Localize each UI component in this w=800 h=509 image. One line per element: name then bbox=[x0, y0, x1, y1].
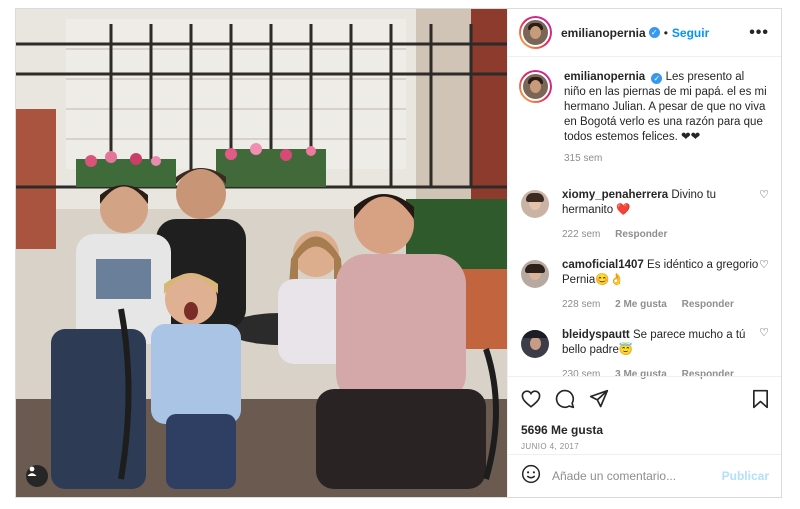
caption-username[interactable]: emilianopernia bbox=[564, 71, 645, 83]
author-username[interactable]: emilianopernia bbox=[561, 26, 646, 40]
add-comment-bar: Publicar bbox=[508, 454, 781, 497]
reply-button[interactable]: Responder bbox=[615, 229, 667, 240]
bookmark-icon bbox=[752, 389, 768, 408]
follow-button[interactable]: Seguir bbox=[672, 26, 709, 40]
commenter-avatar[interactable] bbox=[521, 330, 549, 358]
verified-badge-icon: ✓ bbox=[648, 27, 660, 38]
comment-like-heart-icon[interactable]: ♡ bbox=[759, 258, 769, 271]
separator-dot: • bbox=[663, 25, 668, 40]
user-tag-button[interactable] bbox=[26, 465, 48, 487]
emoji-button[interactable] bbox=[521, 464, 541, 489]
share-button[interactable] bbox=[589, 389, 609, 414]
commenter-avatar[interactable] bbox=[521, 260, 549, 288]
verified-badge-icon: ✓ bbox=[651, 73, 663, 84]
comment-item: xiomy_penaherrera Divino tu hermanito ❤️… bbox=[519, 188, 769, 258]
comment-item: camoficial1407 Es idéntico a gregorio Pe… bbox=[519, 258, 769, 328]
family-photo-illustration bbox=[16, 9, 507, 497]
publish-button[interactable]: Publicar bbox=[722, 469, 769, 483]
post-header: emilianopernia ✓ • Seguir ••• bbox=[508, 9, 781, 57]
comments-section: emilianopernia ✓ Les presento al niño en… bbox=[508, 58, 781, 380]
likes-count[interactable]: 5696 Me gusta bbox=[508, 415, 781, 437]
comment-like-heart-icon[interactable]: ♡ bbox=[759, 326, 769, 339]
comment-time[interactable]: 228 sem bbox=[562, 299, 600, 310]
comment-button[interactable] bbox=[555, 389, 575, 414]
commenter-avatar[interactable] bbox=[521, 190, 549, 218]
more-options-icon[interactable]: ••• bbox=[749, 24, 769, 42]
save-button[interactable] bbox=[752, 389, 769, 414]
reply-button[interactable]: Responder bbox=[682, 299, 734, 310]
comment-username[interactable]: xiomy_penaherrera bbox=[562, 189, 668, 201]
comment-like-heart-icon[interactable]: ♡ bbox=[759, 188, 769, 201]
comment-input[interactable] bbox=[552, 469, 722, 483]
comment-likes[interactable]: 2 Me gusta bbox=[615, 299, 667, 310]
emoji-icon bbox=[521, 464, 541, 483]
caption-time[interactable]: 315 sem bbox=[564, 153, 602, 164]
comment-username[interactable]: camoficial1407 bbox=[562, 259, 644, 271]
comment-username[interactable]: bleidyspautt bbox=[562, 329, 630, 341]
caption-avatar[interactable] bbox=[519, 70, 552, 103]
comment-time[interactable]: 222 sem bbox=[562, 229, 600, 240]
heart-icon bbox=[521, 389, 541, 408]
author-avatar[interactable] bbox=[519, 16, 552, 49]
caption: emilianopernia ✓ Les presento al niño en… bbox=[519, 70, 769, 188]
instagram-post: emilianopernia ✓ • Seguir ••• emilianope… bbox=[15, 8, 782, 498]
user-tag-icon bbox=[27, 466, 37, 476]
comment-icon bbox=[555, 389, 575, 408]
post-photo[interactable] bbox=[16, 9, 507, 497]
share-icon bbox=[589, 389, 609, 407]
post-date[interactable]: JUNIO 4, 2017 bbox=[508, 437, 781, 451]
post-side-panel: emilianopernia ✓ • Seguir ••• emilianope… bbox=[507, 9, 781, 497]
like-button[interactable] bbox=[521, 389, 541, 413]
